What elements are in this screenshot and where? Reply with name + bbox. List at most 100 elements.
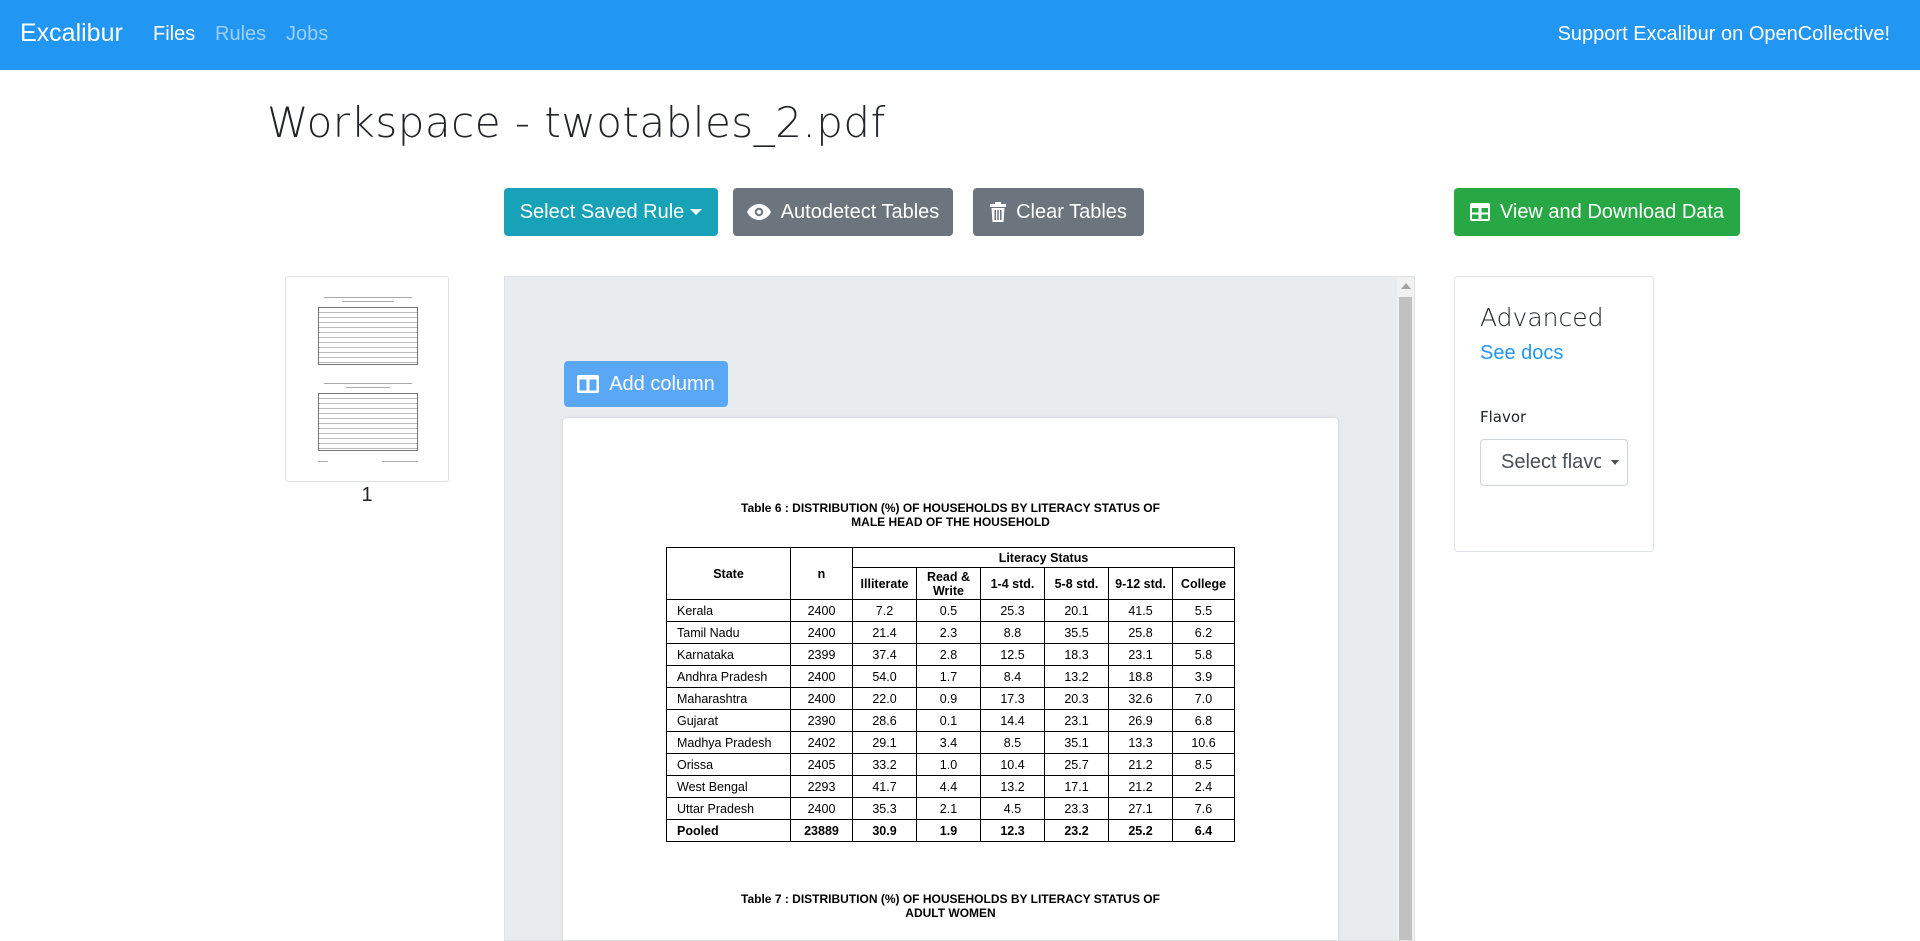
view-download-data-label: View and Download Data — [1499, 200, 1725, 223]
scroll-up-icon[interactable] — [1401, 283, 1411, 289]
table-cell: 8.4 — [980, 665, 1045, 688]
pdf-viewer[interactable]: Add column Table 6 : DISTRIBUTION (%) OF… — [504, 276, 1415, 941]
table6-title-line2: MALE HEAD OF THE HOUSEHOLD — [851, 515, 1050, 529]
table-cell: 37.4 — [852, 643, 917, 666]
table-cell: 1.7 — [916, 665, 981, 688]
table-cell: Madhya Pradesh — [666, 731, 791, 754]
table-cell: 2405 — [790, 753, 853, 776]
page-thumbnail[interactable] — [285, 276, 449, 482]
table7-title-line1: Table 7 : DISTRIBUTION (%) OF HOUSEHOLDS… — [741, 892, 1160, 906]
nav-jobs[interactable]: Jobs — [286, 23, 328, 46]
thumb-table — [318, 393, 418, 451]
select-saved-rule-button[interactable]: Select Saved Rule — [504, 188, 718, 236]
table-cell: 23.1 — [1108, 643, 1173, 666]
table-cell: 7.6 — [1172, 797, 1235, 820]
table-row: Kerala 2400 7.2 0.5 25.3 20.1 41.5 5.5 — [666, 599, 1235, 622]
autodetect-tables-button[interactable]: Autodetect Tables — [733, 188, 953, 236]
table-cell: 35.1 — [1044, 731, 1109, 754]
col-header: College — [1172, 567, 1235, 600]
table-cell: 23.2 — [1044, 819, 1109, 842]
clear-tables-button[interactable]: Clear Tables — [973, 188, 1144, 236]
table-cell: 6.8 — [1172, 709, 1235, 732]
flavor-select-value: Select flavor — [1501, 451, 1601, 473]
table-cell: 54.0 — [852, 665, 917, 688]
table-cell: 41.5 — [1108, 599, 1173, 622]
table-cell: Kerala — [666, 599, 791, 622]
table-cell: 29.1 — [852, 731, 917, 754]
thumb-title-line — [324, 383, 412, 384]
table-cell: Andhra Pradesh — [666, 665, 791, 688]
thumb-title-line — [346, 387, 390, 388]
table-cell: 2293 — [790, 775, 853, 798]
table-cell: 20.3 — [1044, 687, 1109, 710]
table-cell: 22.0 — [852, 687, 917, 710]
table-row: Karnataka 2399 37.4 2.8 12.5 18.3 23.1 5.8 — [666, 643, 1235, 666]
scrollbar-thumb[interactable] — [1399, 297, 1412, 940]
table-cell: 0.1 — [916, 709, 981, 732]
view-download-data-button[interactable]: View and Download Data — [1454, 188, 1740, 236]
columns-icon — [577, 375, 600, 393]
table-cell: 25.2 — [1108, 819, 1173, 842]
table-cell: 23.3 — [1044, 797, 1109, 820]
col-header: 1-4 std. — [980, 567, 1045, 600]
table-cell: 13.3 — [1108, 731, 1173, 754]
clear-tables-label: Clear Tables — [1016, 200, 1127, 223]
flavor-label: Flavor — [1480, 408, 1527, 426]
support-link[interactable]: Support Excalibur on OpenCollective! — [1558, 23, 1890, 46]
thumb-title-line — [342, 301, 394, 302]
table-row-pooled: Pooled 23889 30.9 1.9 12.3 23.2 25.2 6.4 — [666, 819, 1235, 842]
eye-icon — [746, 204, 771, 220]
table-cell: 25.3 — [980, 599, 1045, 622]
table6-title: Table 6 : DISTRIBUTION (%) OF HOUSEHOLDS… — [563, 501, 1338, 529]
table-cell: 21.2 — [1108, 753, 1173, 776]
nav-files[interactable]: Files — [153, 23, 195, 46]
table-row: Gujarat 2390 28.6 0.1 14.4 23.1 26.9 6.8 — [666, 709, 1235, 732]
table-row: Andhra Pradesh 2400 54.0 1.7 8.4 13.2 18.8 3.9 — [666, 665, 1235, 688]
table-cell: 3.9 — [1172, 665, 1235, 688]
table-cell: 2.1 — [916, 797, 981, 820]
table-cell: 2.8 — [916, 643, 981, 666]
table-cell: 2400 — [790, 621, 853, 644]
table-cell: 2.3 — [916, 621, 981, 644]
col-header: 5-8 std. — [1044, 567, 1109, 600]
caret-down-icon — [690, 209, 703, 215]
table-cell: 1.9 — [916, 819, 981, 842]
table-cell: 18.8 — [1108, 665, 1173, 688]
advanced-panel: Advanced See docs Flavor Select flavor — [1454, 276, 1654, 552]
table-cell: Karnataka — [666, 643, 791, 666]
thumbnail-page-number: 1 — [361, 484, 373, 506]
vertical-scrollbar[interactable] — [1397, 277, 1414, 940]
table-cell: 8.8 — [980, 621, 1045, 644]
thumbnail-preview — [310, 295, 426, 465]
table-cell: 8.5 — [980, 731, 1045, 754]
select-saved-rule-label: Select Saved Rule — [519, 200, 685, 223]
table-cell: 17.1 — [1044, 775, 1109, 798]
table-cell: 10.4 — [980, 753, 1045, 776]
add-column-button[interactable]: Add column — [564, 361, 728, 407]
table-cell: 7.0 — [1172, 687, 1235, 710]
table-cell: 0.5 — [916, 599, 981, 622]
autodetect-tables-label: Autodetect Tables — [780, 200, 940, 223]
table-cell: 4.5 — [980, 797, 1045, 820]
flavor-select[interactable]: Select flavor — [1480, 439, 1628, 486]
table-cell: Orissa — [666, 753, 791, 776]
table-row: Maharashtra 2400 22.0 0.9 17.3 20.3 32.6 7.0 — [666, 687, 1235, 710]
nav-rules[interactable]: Rules — [215, 23, 266, 46]
table-cell: Tamil Nadu — [666, 621, 791, 644]
table-cell: 32.6 — [1108, 687, 1173, 710]
select-arrow-icon — [1611, 460, 1619, 465]
page-title: Workspace - twotables_2.pdf — [267, 98, 886, 147]
pdf-page: Table 6 : DISTRIBUTION (%) OF HOUSEHOLDS… — [563, 418, 1338, 940]
see-docs-link[interactable]: See docs — [1480, 342, 1563, 365]
table-cell: 13.2 — [1044, 665, 1109, 688]
table-cell: 25.8 — [1108, 621, 1173, 644]
table-cell: 25.7 — [1044, 753, 1109, 776]
brand-logo[interactable]: Excalibur — [20, 19, 123, 48]
table-cell: 1.0 — [916, 753, 981, 776]
table-cell: 6.2 — [1172, 621, 1235, 644]
table-cell: 6.4 — [1172, 819, 1235, 842]
thumb-table — [318, 307, 418, 365]
table-cell: 5.8 — [1172, 643, 1235, 666]
thumb-footer-line — [382, 461, 418, 462]
table-cell: 35.5 — [1044, 621, 1109, 644]
